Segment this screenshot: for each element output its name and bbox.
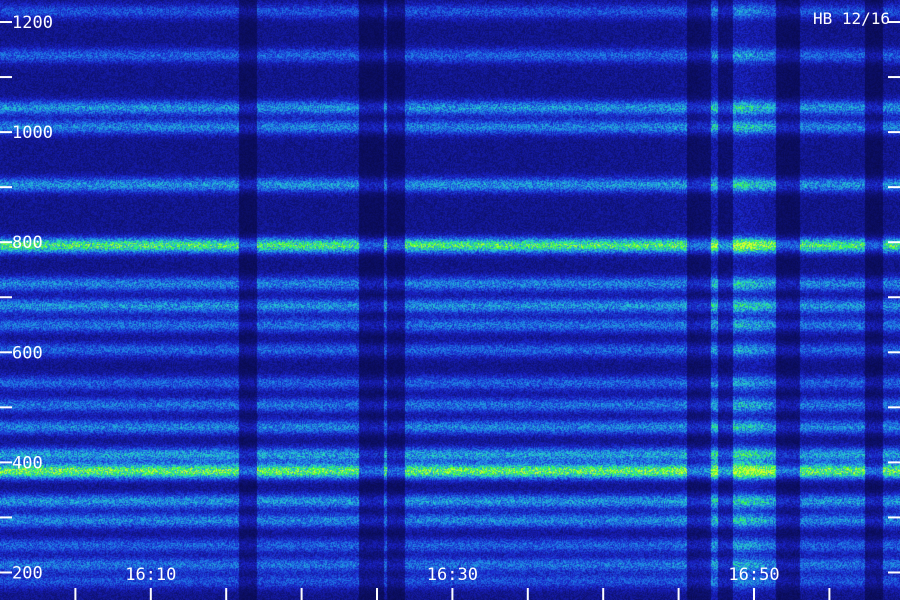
y-tick-label: 600 <box>12 343 43 363</box>
chart-annotation: HB 12/16 <box>813 9 890 28</box>
chart-axes: 200 400 600 800 1000 1200 16:10 16:30 16:50 HB … <box>0 9 900 600</box>
y-tick-label: 400 <box>12 453 43 473</box>
y-tick-label: 1200 <box>12 13 53 33</box>
spectrogram-chart: 200 400 600 800 1000 1200 16:10 16:30 16:50 HB … <box>0 0 900 600</box>
x-tick-label: 16:30 <box>427 565 478 585</box>
x-tick-label: 16:10 <box>125 565 176 585</box>
y-tick-label: 200 <box>12 563 43 583</box>
y-tick-label: 1000 <box>12 123 53 143</box>
x-tick-label: 16:50 <box>728 565 779 585</box>
y-tick-label: 800 <box>12 233 43 253</box>
